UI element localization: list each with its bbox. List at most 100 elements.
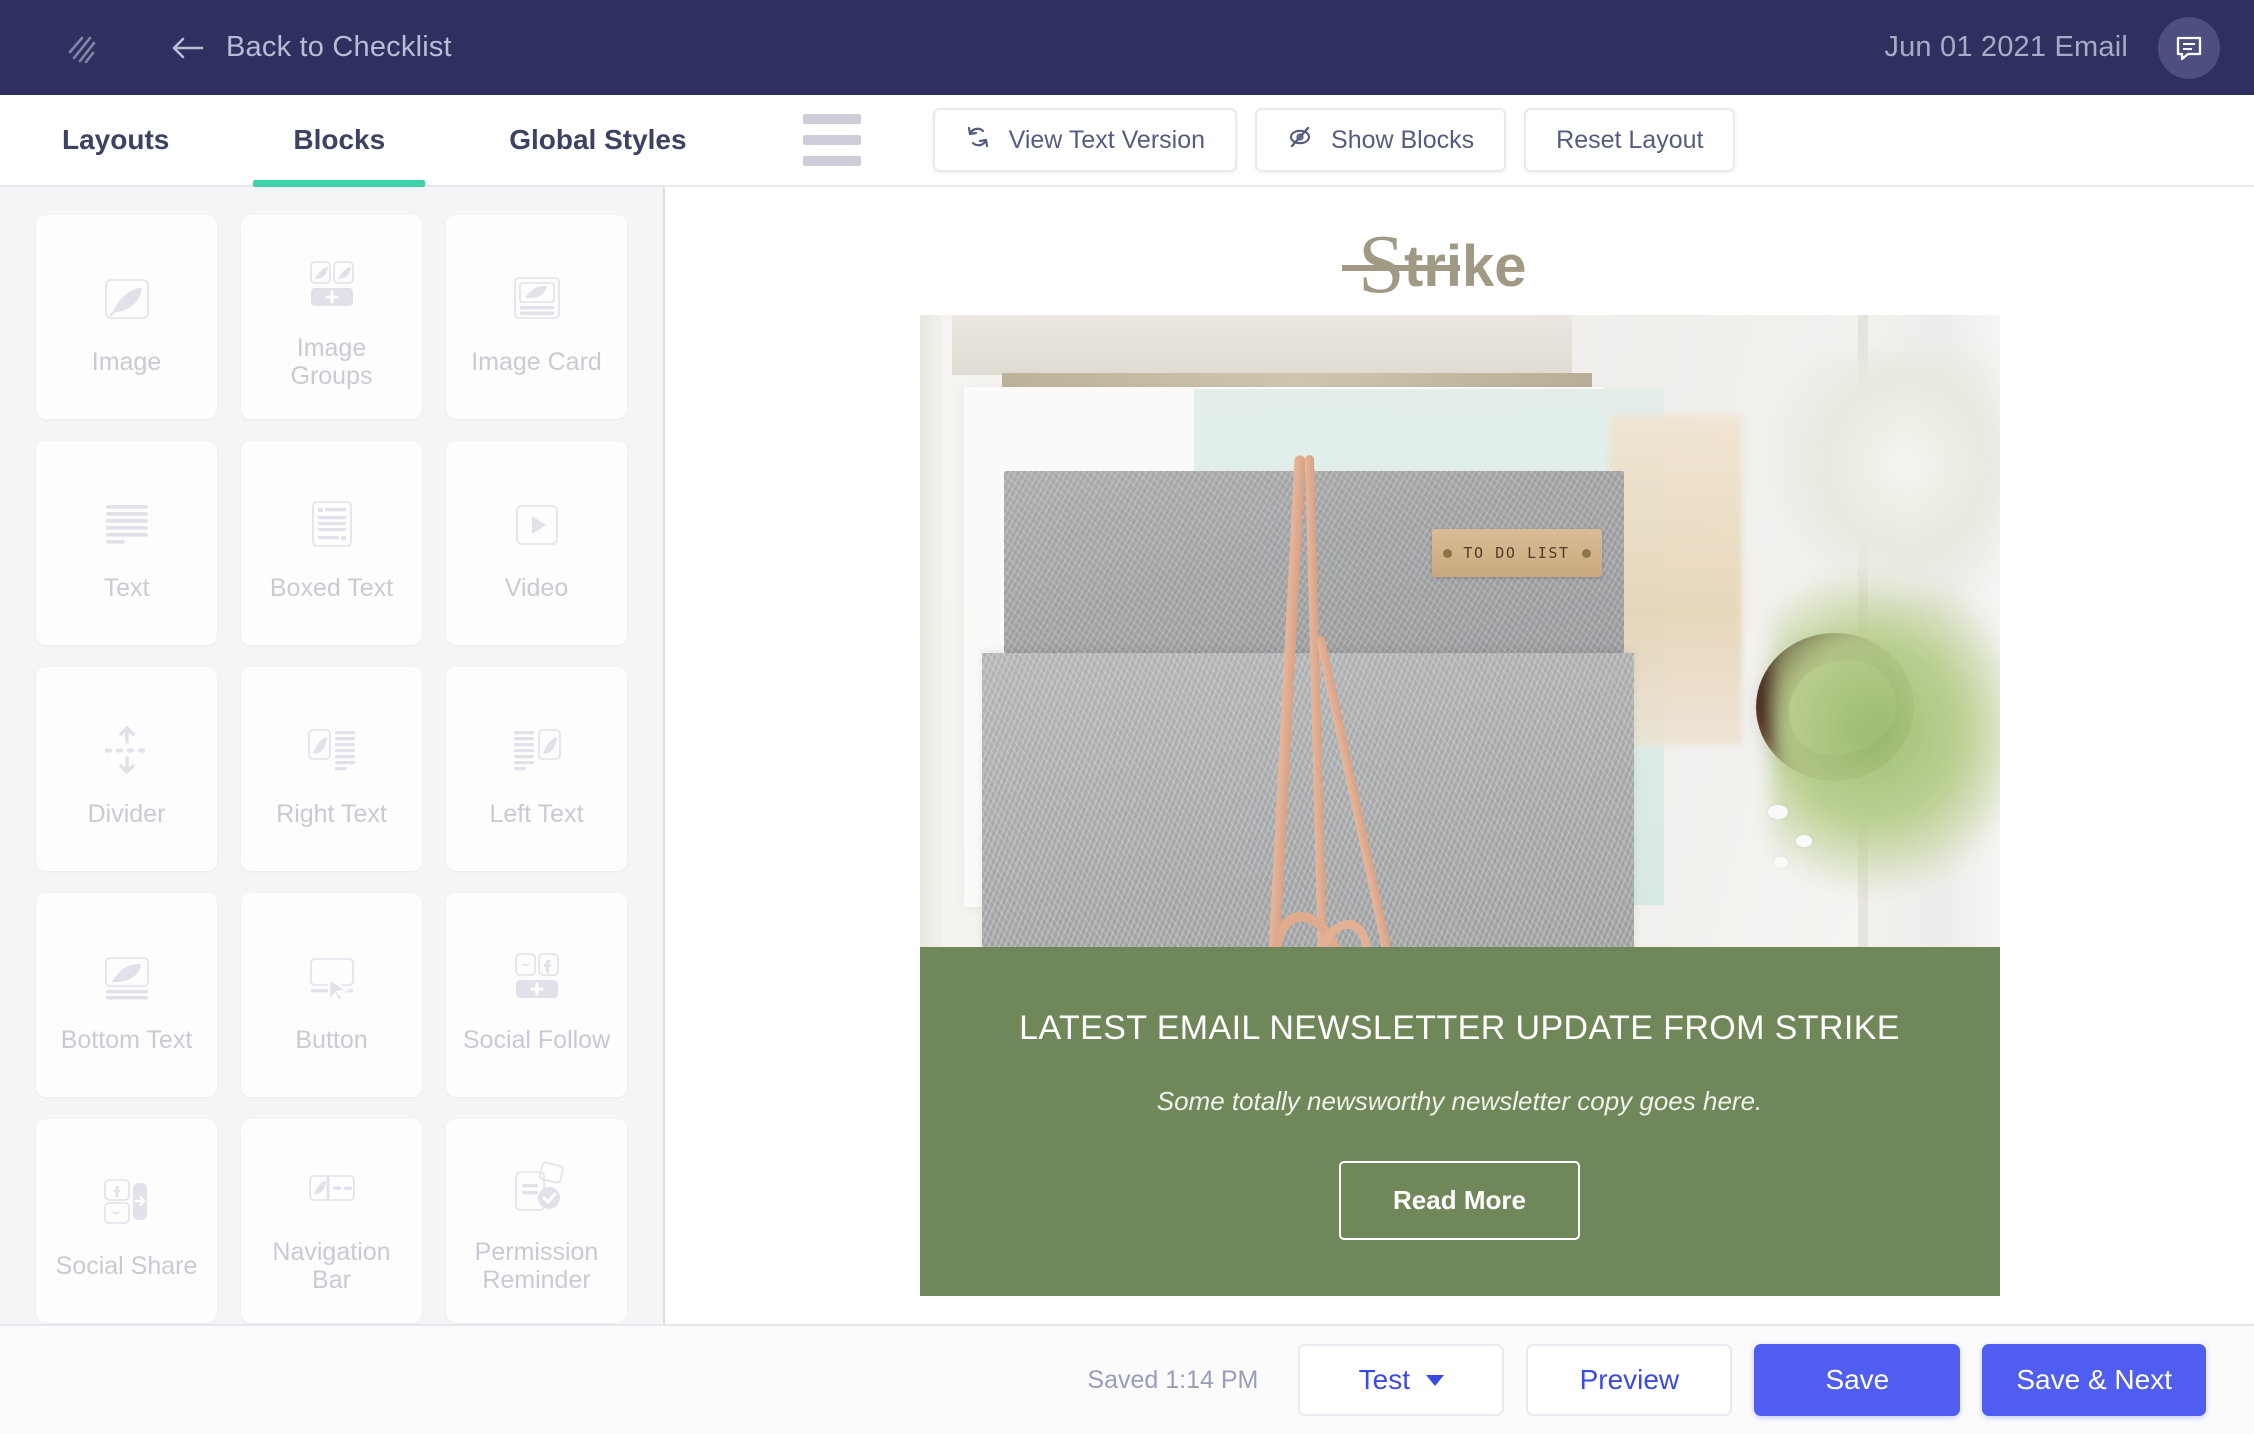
block-label: Image Groups <box>290 334 373 390</box>
block-card-social-follow[interactable]: Social Follow <box>446 893 627 1097</box>
block-label: Divider <box>87 800 166 828</box>
block-card-video[interactable]: Video <box>446 441 627 645</box>
eye-off-icon <box>1287 124 1313 157</box>
tag-rivet <box>1581 548 1591 558</box>
blocks-panel: Image Image Groups Image Card Text Boxed… <box>0 187 665 1324</box>
read-more-button[interactable]: Read More <box>1339 1161 1580 1240</box>
arrow-left-icon <box>170 34 204 62</box>
hamburger-menu-icon[interactable] <box>787 95 877 185</box>
image-groups-icon <box>290 244 374 324</box>
block-card-navigation-bar[interactable]: Navigation Bar <box>241 1119 422 1323</box>
block-label: Button <box>295 1026 368 1054</box>
blocks-grid: Image Image Groups Image Card Text Boxed… <box>36 215 627 1323</box>
divider-arrows-icon <box>85 710 169 790</box>
block-label: Permission Reminder <box>474 1238 599 1294</box>
strike-wordmark-icon: S trike <box>1341 224 1526 310</box>
block-label: Bottom Text <box>60 1026 193 1054</box>
tab-blocks[interactable]: Blocks <box>253 95 426 187</box>
saved-status-text: Saved 1:14 PM <box>1087 1365 1259 1394</box>
workspace: Image Image Groups Image Card Text Boxed… <box>0 187 2254 1324</box>
block-label: Boxed Text <box>269 574 394 602</box>
tab-blocks-label: Blocks <box>293 124 386 155</box>
hamburger-bar <box>802 114 861 124</box>
block-card-permission-reminder[interactable]: Permission Reminder <box>446 1119 627 1323</box>
block-card-right-text[interactable]: Right Text <box>241 667 422 871</box>
right-text-icon <box>290 710 374 790</box>
block-label: Left Text <box>489 800 584 828</box>
strike-logo-icon[interactable] <box>60 26 104 70</box>
back-to-checklist-label: Back to Checklist <box>226 31 452 63</box>
chat-bubble-icon[interactable] <box>2158 16 2220 79</box>
petal <box>1795 835 1812 847</box>
navigation-bar-icon <box>290 1148 374 1228</box>
block-card-image-card[interactable]: Image Card <box>446 215 627 419</box>
block-card-bottom-text[interactable]: Bottom Text <box>36 893 217 1097</box>
top-bar: Back to Checklist Jun 01 2021 Email <box>0 0 2254 95</box>
chevron-down-icon <box>1426 1374 1445 1386</box>
video-play-icon <box>495 484 579 564</box>
email-body: TO DO LIST LATEST EMAIL NEWSLETTER UPDAT… <box>919 315 2000 1296</box>
social-follow-icon <box>495 936 579 1016</box>
email-logo-block[interactable]: S trike <box>1330 219 1590 315</box>
hero-todo-list-tag: TO DO LIST <box>1431 529 1602 577</box>
refresh-sync-icon <box>965 124 991 157</box>
bottom-text-icon <box>85 936 169 1016</box>
left-text-icon <box>495 710 579 790</box>
block-card-left-text[interactable]: Left Text <box>446 667 627 871</box>
hero-plank <box>919 315 942 947</box>
permission-reminder-icon <box>495 1148 579 1228</box>
hero-tag-label: TO DO LIST <box>1463 544 1570 562</box>
view-text-version-button[interactable]: View Text Version <box>932 108 1238 172</box>
tool-button-group: View Text Version Show Blocks Reset Layo… <box>932 95 1736 185</box>
block-label: Social Follow <box>462 1026 611 1054</box>
hero-cabinet <box>951 315 1572 375</box>
test-label: Test <box>1358 1364 1411 1395</box>
block-label: Image Card <box>471 348 602 376</box>
save-next-label: Save & Next <box>2016 1364 2172 1395</box>
hero-image-block[interactable]: TO DO LIST <box>919 315 2000 947</box>
tab-global-styles[interactable]: Global Styles <box>469 95 726 185</box>
save-label: Save <box>1825 1364 1890 1395</box>
show-blocks-button[interactable]: Show Blocks <box>1255 108 1507 172</box>
save-button[interactable]: Save <box>1754 1344 1961 1416</box>
social-share-icon <box>85 1162 169 1242</box>
block-label: Video <box>504 574 569 602</box>
block-card-social-share[interactable]: Social Share <box>36 1119 217 1323</box>
show-blocks-label: Show Blocks <box>1331 125 1475 154</box>
hero-felt-front-pocket <box>981 653 1634 947</box>
back-to-checklist-link[interactable]: Back to Checklist <box>170 31 452 64</box>
hero-flower-blur <box>1773 351 2000 601</box>
test-dropdown-button[interactable]: Test <box>1298 1344 1505 1416</box>
block-label: Text <box>103 574 150 602</box>
block-card-image[interactable]: Image <box>36 215 217 419</box>
view-text-version-label: View Text Version <box>1008 125 1206 154</box>
petal <box>1767 805 1788 819</box>
block-card-button[interactable]: Button <box>241 893 422 1097</box>
reset-layout-label: Reset Layout <box>1556 125 1704 154</box>
block-card-text[interactable]: Text <box>36 441 217 645</box>
block-card-image-groups[interactable]: Image Groups <box>241 215 422 419</box>
email-preview-canvas: S trike TO DO LIST LATEST EMAIL NEWSLETT… <box>665 187 2254 1324</box>
block-label: Navigation Bar <box>272 1238 391 1294</box>
image-card-icon <box>495 258 579 338</box>
text-lines-icon <box>85 484 169 564</box>
tab-list: Layouts Blocks Global Styles <box>0 95 749 187</box>
newsletter-title: LATEST EMAIL NEWSLETTER UPDATE FROM STRI… <box>1019 1009 1900 1047</box>
tab-layouts[interactable]: Layouts <box>22 95 209 185</box>
petal <box>1773 857 1788 868</box>
preview-button[interactable]: Preview <box>1526 1344 1733 1416</box>
hamburger-bar <box>802 156 861 166</box>
block-card-divider[interactable]: Divider <box>36 667 217 871</box>
preview-label: Preview <box>1579 1364 1680 1395</box>
save-and-next-button[interactable]: Save & Next <box>1982 1344 2206 1416</box>
email-designer-app: Back to Checklist Jun 01 2021 Email Layo… <box>0 0 2254 1434</box>
button-cursor-icon <box>290 936 374 1016</box>
block-card-boxed-text[interactable]: Boxed Text <box>241 441 422 645</box>
block-label: Image <box>91 348 162 376</box>
reset-layout-button[interactable]: Reset Layout <box>1524 108 1736 172</box>
newsletter-green-block[interactable]: LATEST EMAIL NEWSLETTER UPDATE FROM STRI… <box>919 947 2000 1296</box>
tab-global-styles-label: Global Styles <box>509 124 687 155</box>
tab-bar: Layouts Blocks Global Styles View Text V… <box>0 95 2254 187</box>
block-label: Right Text <box>276 800 387 828</box>
email-name-label: Jun 01 2021 Email <box>1884 31 2128 63</box>
